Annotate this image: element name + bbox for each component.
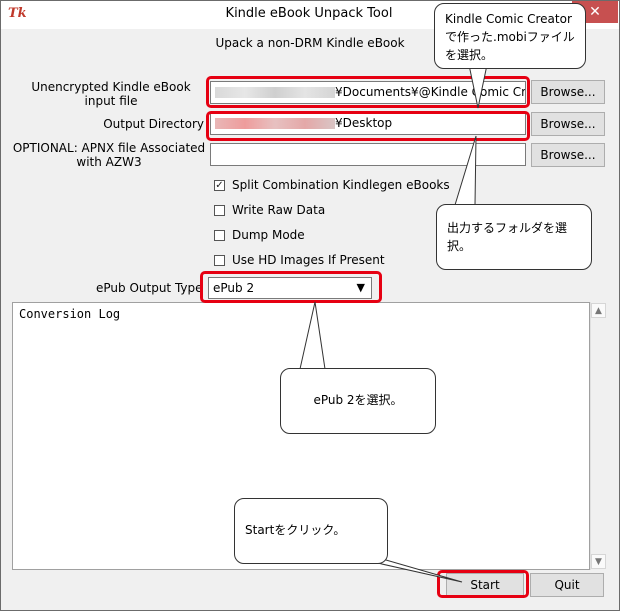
pointer-folder bbox=[454, 135, 477, 206]
callout-select-epub: ePub 2を選択。 bbox=[280, 368, 436, 434]
pointer-epub bbox=[299, 301, 326, 370]
callout-select-folder: 出力するフォルダを選択。 bbox=[436, 204, 592, 270]
callout-select-mobi: Kindle Comic Creatorで作った.mobiファイルを選択。 bbox=[434, 3, 586, 69]
callout-click-start: Startをクリック。 bbox=[234, 498, 388, 564]
